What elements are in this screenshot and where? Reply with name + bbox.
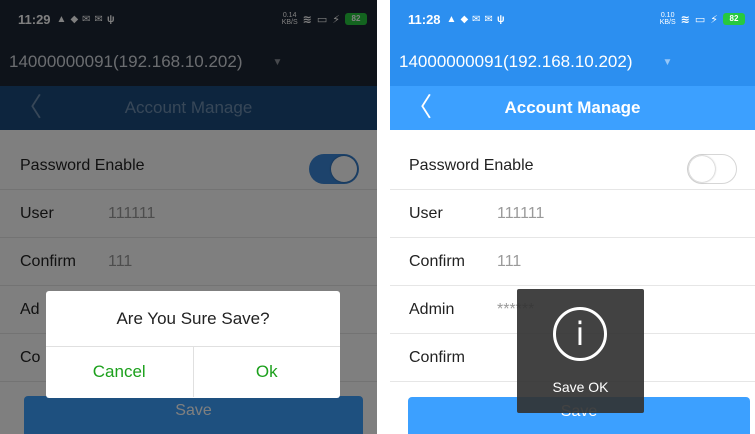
chevron-down-icon[interactable]: ▼	[663, 57, 673, 68]
device-name: 14000000091(192.168.10.202)	[399, 52, 633, 71]
wifi-icon: ≋	[680, 13, 690, 26]
user-value: 111111	[497, 204, 545, 222]
admin-label: Admin	[409, 300, 455, 318]
status-bar: 11:28 ▲ ◆ ✉ ✉ ψ 0.10 KB/S ≋ ▭ ⚡ 82	[390, 0, 755, 38]
password-enable-row: Password Enable	[390, 142, 755, 190]
info-icon: i	[553, 307, 607, 361]
cancel-button[interactable]: Cancel	[46, 347, 193, 397]
dialog-message: Are You Sure Save?	[46, 291, 340, 347]
password-enable-toggle[interactable]	[687, 154, 737, 184]
confirm-label: Confirm	[409, 252, 466, 270]
save-toast: i Save OK	[517, 289, 644, 413]
ok-button[interactable]: Ok	[192, 347, 341, 397]
confirm-dialog: Are You Sure Save? Cancel Ok	[46, 291, 340, 398]
password-enable-label: Password Enable	[409, 156, 534, 174]
charging-icon: ⚡	[710, 13, 718, 26]
user-row[interactable]: User 111111	[390, 190, 755, 238]
confirm-value: 111	[497, 252, 522, 270]
toast-message: Save OK	[552, 379, 609, 395]
screen-icon: ▭	[694, 13, 706, 26]
status-time: 11:28	[408, 11, 441, 27]
confirm-user-row[interactable]: Confirm 111	[390, 238, 755, 286]
back-icon[interactable]: 〈	[406, 94, 432, 120]
device-selector[interactable]: 14000000091(192.168.10.202) ▼	[390, 38, 755, 86]
location-icon: ◆	[460, 13, 469, 25]
network-speed: 0.10 KB/S	[659, 12, 676, 26]
confirm-admin-label: Confirm	[409, 348, 466, 366]
notification-icon: ▲	[446, 13, 457, 25]
usb-icon: ψ	[496, 13, 505, 25]
nav-bar: 〈 Account Manage	[390, 86, 755, 130]
toggle-knob	[689, 156, 715, 182]
message-icon: ✉	[484, 13, 493, 25]
user-label: User	[409, 204, 443, 222]
battery-icon: 82	[723, 13, 745, 25]
page-title: Account Manage	[504, 98, 641, 117]
mail-icon: ✉	[472, 13, 481, 25]
left-screen: 11:29 ▲ ◆ ✉ ✉ ψ 0.14 KB/S ≋ ▭ ⚡ 82 14000…	[0, 0, 377, 434]
